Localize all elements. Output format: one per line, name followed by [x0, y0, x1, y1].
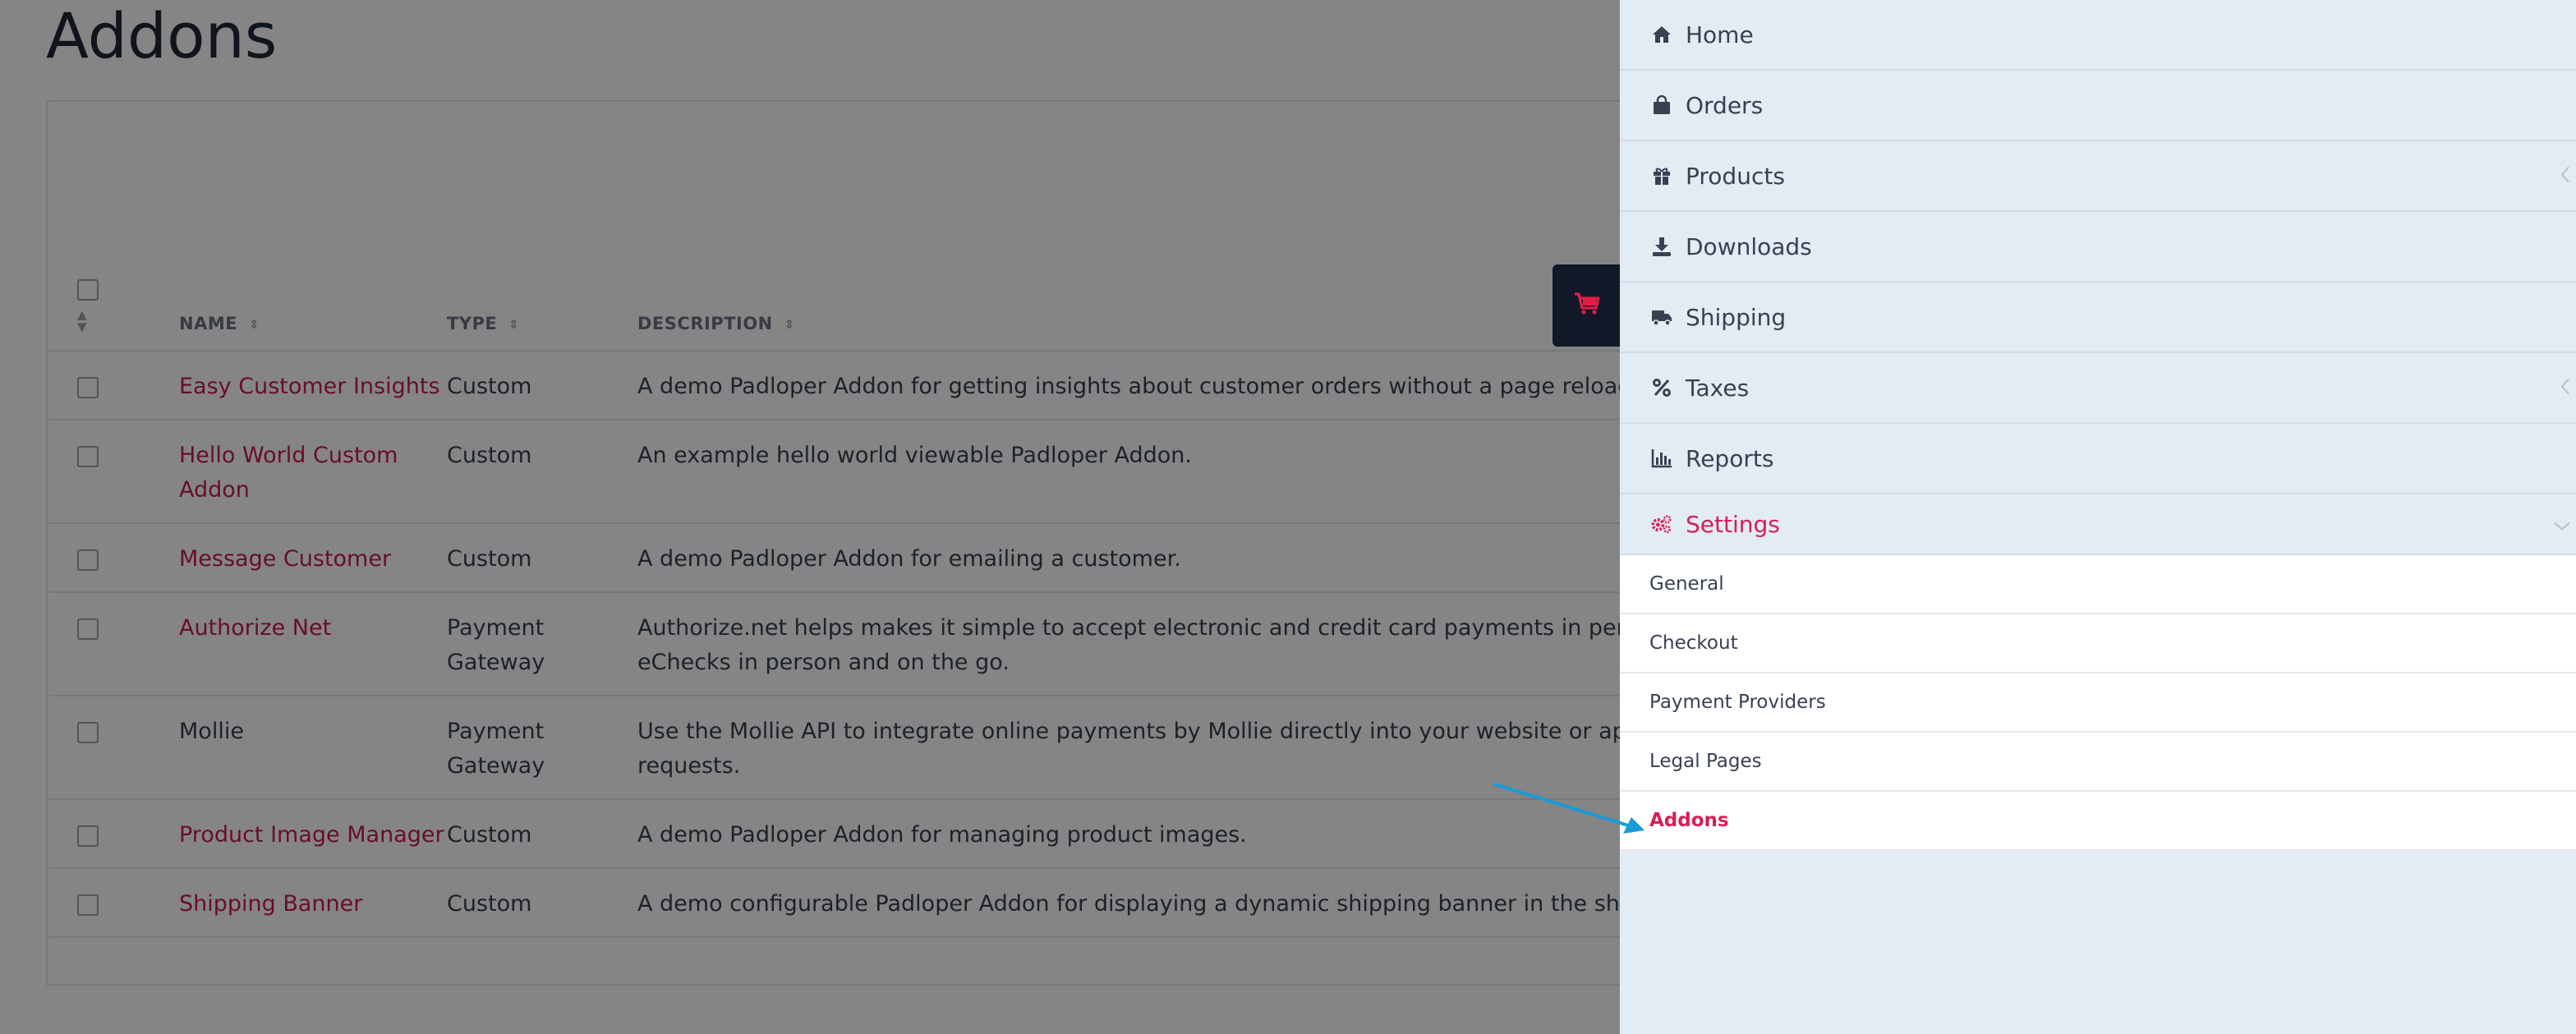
submenu-item-legal-pages[interactable]: Legal Pages — [1620, 733, 2576, 792]
percent-icon — [1651, 377, 1672, 398]
submenu-item-label: Checkout — [1649, 632, 1738, 654]
sidebar-item-taxes[interactable]: Taxes — [1620, 353, 2576, 424]
annotation-arrow-icon — [1493, 783, 1644, 834]
download-icon — [1651, 236, 1672, 257]
submenu-item-general[interactable]: General — [1620, 555, 2576, 614]
submenu-item-label: Addons — [1649, 810, 1729, 831]
sidebar-item-home[interactable]: Home — [1620, 0, 2576, 71]
gift-icon — [1651, 165, 1672, 186]
cart-button[interactable] — [1552, 264, 1622, 347]
cart-icon — [1573, 292, 1601, 319]
submenu-item-label: Legal Pages — [1649, 751, 1762, 772]
truck-icon — [1651, 306, 1672, 328]
sidebar-item-products[interactable]: Products — [1620, 141, 2576, 212]
submenu-item-label: General — [1649, 573, 1724, 595]
sidebar-item-settings[interactable]: Settings — [1620, 494, 2576, 555]
settings-submenu: General Checkout Payment Providers Legal… — [1620, 555, 2576, 851]
sidebar-item-label: Taxes — [1686, 374, 1750, 402]
chevron-down-icon — [2553, 511, 2571, 538]
submenu-item-checkout[interactable]: Checkout — [1620, 614, 2576, 673]
submenu-item-addons[interactable]: Addons — [1620, 792, 2576, 851]
sidebar-item-label: Settings — [1686, 510, 1780, 538]
submenu-item-label: Payment Providers — [1649, 692, 1826, 713]
gears-icon — [1651, 513, 1672, 535]
sidebar-item-label: Products — [1686, 162, 1785, 190]
chevron-left-icon — [2560, 163, 2571, 190]
sidebar-item-downloads[interactable]: Downloads — [1620, 212, 2576, 283]
shopping-bag-icon — [1651, 94, 1672, 116]
sidebar-item-shipping[interactable]: Shipping — [1620, 283, 2576, 353]
chevron-left-icon — [2560, 375, 2571, 402]
sidebar-item-label: Downloads — [1686, 232, 1812, 260]
sidebar-item-reports[interactable]: Reports — [1620, 424, 2576, 494]
bar-chart-icon — [1651, 448, 1672, 469]
submenu-item-payment-providers[interactable]: Payment Providers — [1620, 673, 2576, 733]
sidebar-item-label: Shipping — [1686, 303, 1787, 331]
sidebar-item-orders[interactable]: Orders — [1620, 71, 2576, 141]
home-icon — [1651, 24, 1672, 45]
sidebar-item-label: Reports — [1686, 444, 1774, 472]
sidebar-item-label: Home — [1686, 21, 1754, 48]
sidebar-item-label: Orders — [1686, 91, 1764, 119]
sidebar: Home Orders Products Downloads Shipping … — [1620, 0, 2576, 1034]
